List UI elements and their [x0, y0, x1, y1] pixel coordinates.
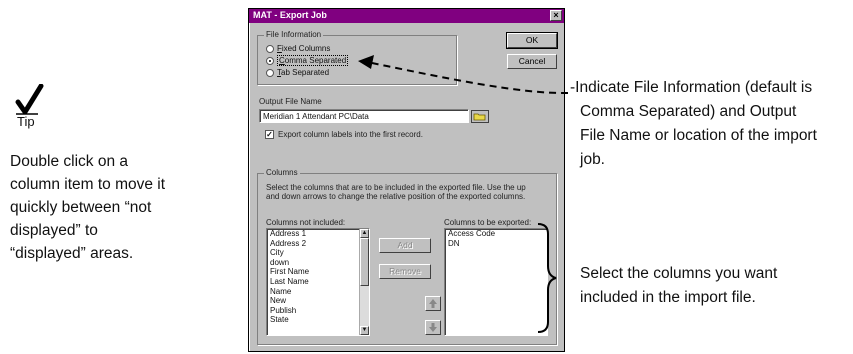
- annotation-line: included in the import file.: [580, 289, 756, 306]
- annotation-line: job.: [580, 151, 605, 168]
- annotation-line: -Indicate File Information (default is: [570, 79, 813, 96]
- annotation-line: Select the columns you want: [580, 265, 778, 282]
- arrow-head-icon: [358, 55, 374, 69]
- file-info-annotation: -Indicate File Information (default is C…: [570, 76, 817, 172]
- dashed-arrow: [371, 62, 569, 95]
- columns-annotation: Select the columns you want included in …: [580, 262, 777, 310]
- annotation-line: Comma Separated) and Output: [580, 103, 797, 120]
- annotation-line: File Name or location of the import: [580, 127, 817, 144]
- curly-brace: [537, 223, 557, 333]
